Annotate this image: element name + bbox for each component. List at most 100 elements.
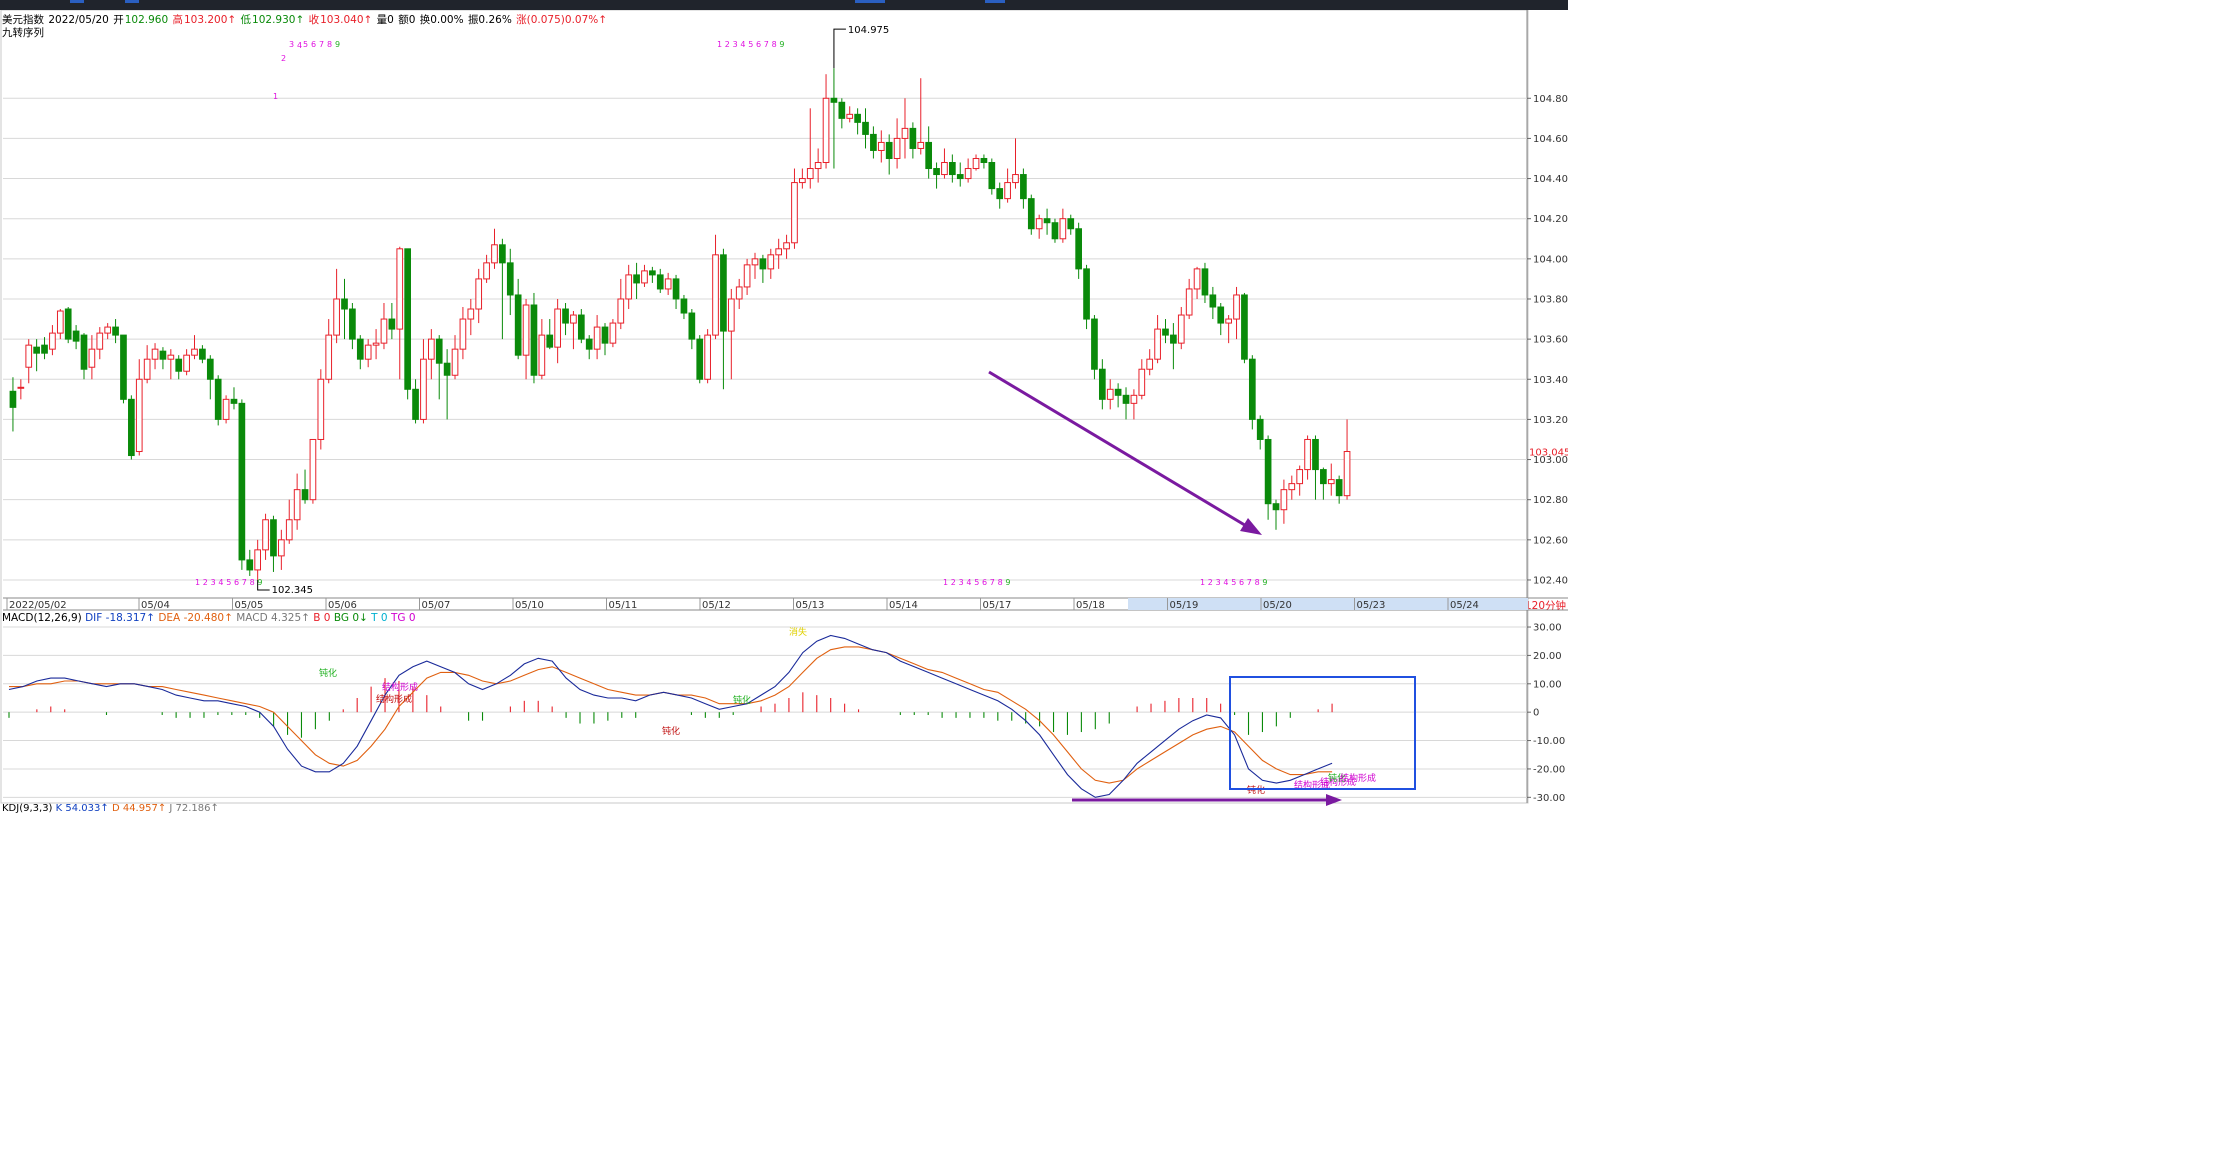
price-tick-label: 104.200 bbox=[1533, 214, 1568, 225]
nine-seq-number: 3 bbox=[211, 578, 216, 587]
candle-up bbox=[775, 248, 783, 256]
candle-down bbox=[388, 318, 396, 330]
candle-up bbox=[893, 137, 901, 159]
macd-tick-label: 20.00 bbox=[1533, 651, 1562, 662]
candle-up bbox=[806, 168, 814, 180]
candle-up bbox=[427, 338, 435, 360]
candle-down bbox=[506, 262, 514, 296]
date-label: 05/17 bbox=[983, 600, 1012, 611]
candle-down bbox=[949, 162, 956, 176]
candle-down bbox=[199, 348, 206, 360]
toolbar-tab[interactable] bbox=[855, 0, 885, 3]
candle-up bbox=[617, 298, 625, 324]
dif-line bbox=[8, 634, 1333, 798]
candle-down bbox=[246, 559, 254, 571]
date-label: 2022/05/02 bbox=[9, 600, 67, 611]
candle-up bbox=[135, 378, 143, 453]
candle-down bbox=[514, 294, 522, 356]
candle-down bbox=[577, 314, 585, 340]
candle-up bbox=[483, 262, 490, 280]
macd-signal-label: 结构形成 bbox=[1340, 772, 1376, 784]
candle-up bbox=[609, 322, 617, 344]
candle-down bbox=[9, 390, 17, 408]
toolbar-tab[interactable] bbox=[985, 0, 1005, 3]
macd-signal-label: 钝化 bbox=[662, 725, 680, 737]
candle-down bbox=[633, 274, 640, 284]
candle-up bbox=[1177, 314, 1185, 344]
candle-up bbox=[285, 519, 293, 541]
date-label: 05/18 bbox=[1076, 600, 1105, 611]
candle-down bbox=[356, 338, 364, 360]
candle-down bbox=[1051, 222, 1059, 240]
candle-down bbox=[1256, 418, 1264, 440]
candle-up bbox=[1327, 479, 1335, 485]
candle-down bbox=[1201, 268, 1209, 296]
candle-up bbox=[325, 334, 333, 380]
candle-up bbox=[151, 348, 159, 360]
chart-canvas[interactable]: 104.800 104.600 104.400 104.200 104.000 103.8… bbox=[0, 10, 1568, 813]
candle-down bbox=[1114, 388, 1122, 396]
candle-down bbox=[909, 127, 917, 149]
candle-up bbox=[1233, 294, 1240, 320]
candle-up bbox=[846, 113, 854, 119]
candle-up bbox=[333, 298, 340, 336]
toolbar-tab[interactable] bbox=[70, 0, 84, 3]
candle-up bbox=[420, 358, 427, 420]
candle-up bbox=[167, 354, 175, 360]
candle-up bbox=[704, 334, 711, 380]
candle-down bbox=[412, 388, 419, 420]
candle-up bbox=[1280, 489, 1288, 511]
nine-seq-number: 9 bbox=[1262, 578, 1267, 587]
candle-up bbox=[380, 318, 388, 344]
candle-down bbox=[270, 519, 277, 557]
candle-up bbox=[191, 348, 198, 356]
candle-down bbox=[33, 346, 40, 354]
candle-down bbox=[980, 157, 988, 164]
candle-up bbox=[799, 178, 806, 184]
candle-down bbox=[159, 350, 167, 360]
nine-seq-number: 7 bbox=[242, 578, 247, 587]
nine-seq-number: 6 bbox=[1239, 578, 1244, 587]
candle-up bbox=[317, 378, 325, 440]
macd-signal-label: 钝化 bbox=[319, 667, 337, 679]
candle-up bbox=[727, 298, 735, 332]
price-tick-label: 103.400 bbox=[1533, 375, 1568, 386]
candle-up bbox=[364, 344, 372, 360]
candle-up bbox=[1193, 268, 1201, 290]
candle-up bbox=[1225, 318, 1232, 324]
candle-down bbox=[1248, 358, 1256, 420]
candle-down bbox=[238, 402, 246, 561]
last-price-label: 103.045 bbox=[1529, 448, 1568, 459]
candle-down bbox=[214, 378, 222, 420]
candle-down bbox=[1067, 218, 1075, 230]
candle-up bbox=[1304, 438, 1311, 471]
nine-seq-number: 8 bbox=[250, 578, 255, 587]
price-tick-label: 104.000 bbox=[1533, 254, 1568, 265]
nine-seq-number: 6 bbox=[982, 578, 987, 587]
candle-down bbox=[341, 298, 348, 310]
candle-down bbox=[649, 270, 656, 276]
toolbar-tab[interactable] bbox=[125, 0, 139, 3]
nine-seq-number: 4 bbox=[966, 578, 971, 587]
candle-up bbox=[1296, 469, 1304, 485]
date-label: 05/14 bbox=[889, 600, 918, 611]
nine-seq-number: 7 bbox=[764, 40, 769, 49]
candle-down bbox=[1027, 198, 1035, 230]
price-tick-label: 104.400 bbox=[1533, 174, 1568, 185]
candle-up bbox=[917, 141, 925, 149]
candle-up bbox=[735, 286, 743, 300]
candle-down bbox=[1209, 294, 1217, 308]
candle-down bbox=[64, 308, 72, 340]
nine-seq-number: 4 bbox=[297, 41, 302, 50]
nine-seq-number: 8 bbox=[1255, 578, 1260, 587]
price-tick-label: 102.800 bbox=[1533, 495, 1568, 506]
candle-up bbox=[1288, 483, 1296, 491]
candle-down bbox=[1170, 334, 1177, 344]
date-label: 05/12 bbox=[702, 600, 731, 611]
candle-up bbox=[1146, 358, 1154, 370]
candle-down bbox=[499, 244, 506, 264]
candle-up bbox=[1130, 394, 1138, 404]
price-tick-label: 102.600 bbox=[1533, 535, 1568, 546]
date-label: 05/06 bbox=[328, 600, 357, 611]
candle-up bbox=[475, 278, 483, 310]
